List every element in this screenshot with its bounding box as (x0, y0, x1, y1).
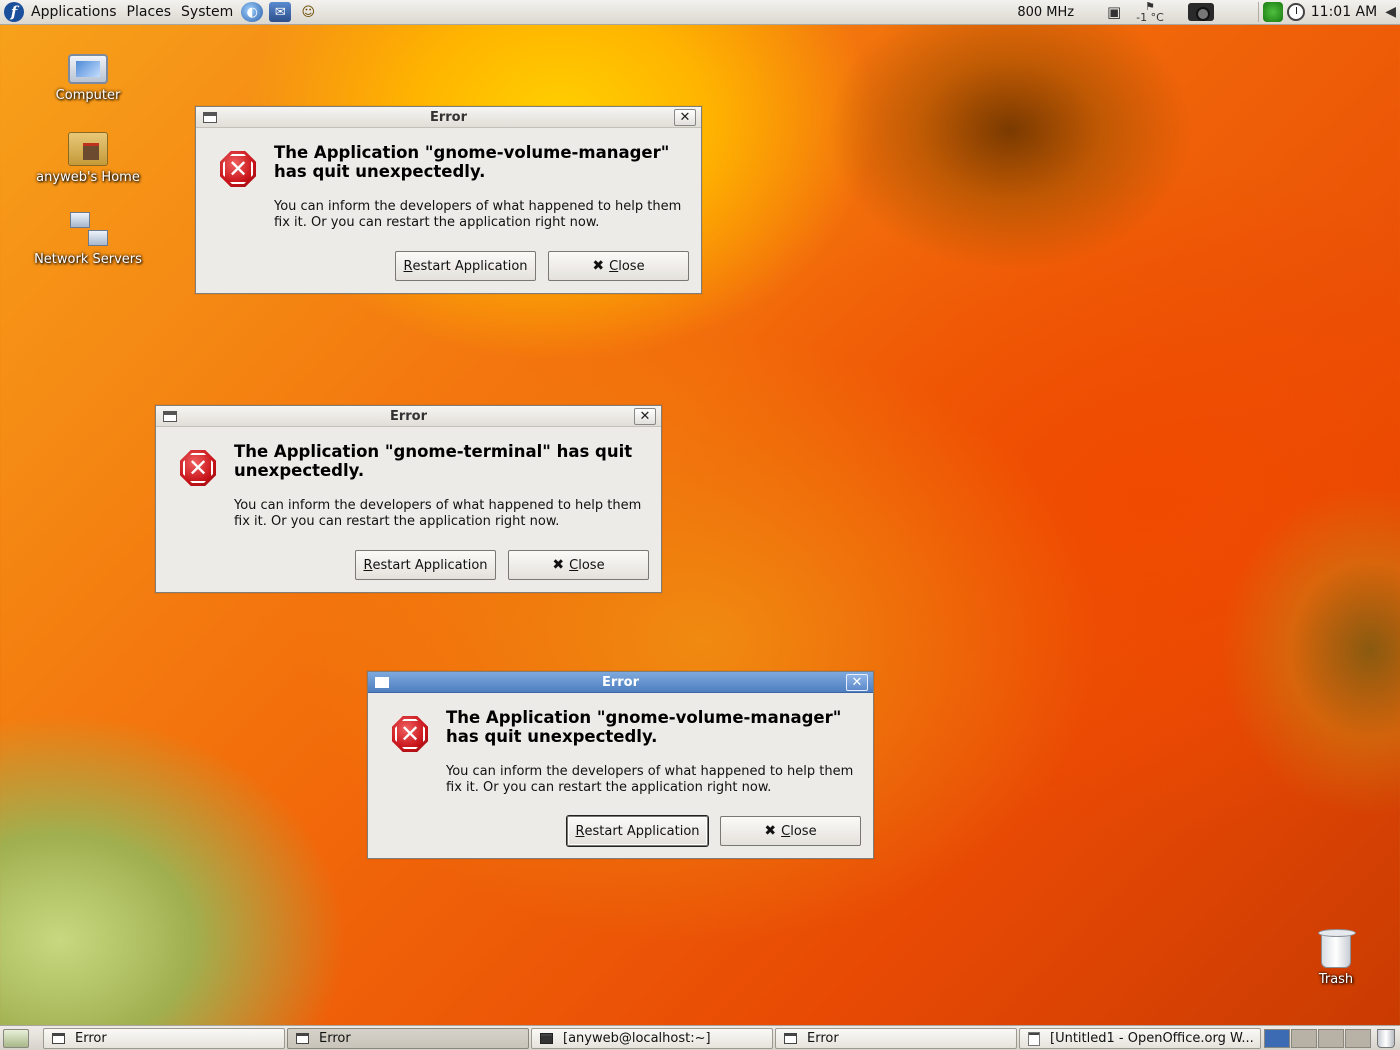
menu-system[interactable]: System (176, 0, 238, 25)
restart-application-button[interactable]: Restart Application (567, 816, 708, 846)
workspace-1[interactable] (1264, 1029, 1290, 1048)
weather-applet[interactable]: ⚑ -1 °C (1136, 1, 1164, 23)
close-label: lose (578, 557, 605, 573)
restart-application-button[interactable]: Restart Application (395, 251, 536, 281)
desktop-icon-computer[interactable]: Computer (13, 46, 163, 103)
error-icon: ✕ (392, 716, 428, 752)
close-mnemonic: C (609, 258, 619, 274)
taskbar-item-terminal[interactable]: [anyweb@localhost:~] (531, 1028, 773, 1049)
restart-mnemonic: R (575, 823, 585, 839)
restart-mnemonic: R (363, 557, 373, 573)
desktop-icon-label: Computer (55, 88, 121, 103)
desktop-icon-network[interactable]: Network Servers (13, 206, 163, 267)
window-menu-icon[interactable] (375, 677, 389, 688)
taskbar-item-error-3[interactable]: Error (775, 1028, 1017, 1049)
clock[interactable]: 11:01 AM (1311, 4, 1377, 20)
restart-label: estart Application (372, 557, 488, 573)
bottom-panel: Error Error [anyweb@localhost:~] Error [… (0, 1025, 1400, 1050)
taskbar-item-error-1[interactable]: Error (43, 1028, 285, 1049)
dialog-titlebar[interactable]: Error ✕ (368, 672, 873, 693)
close-mnemonic: C (569, 557, 579, 573)
desktop-icon-label: Network Servers (34, 252, 142, 267)
weather-temp: -1 °C (1136, 11, 1164, 24)
taskbar-item-label: [Untitled1 - OpenOffice.org W... (1050, 1031, 1254, 1046)
window-title: Error (389, 408, 428, 424)
taskbar-item-openoffice[interactable]: [Untitled1 - OpenOffice.org W... (1019, 1028, 1261, 1049)
menu-places[interactable]: Places (122, 0, 177, 25)
panel-separator (1257, 2, 1259, 22)
window-close-button[interactable]: ✕ (674, 109, 696, 126)
taskbar-item-error-2[interactable]: Error (287, 1028, 529, 1049)
menu-applications[interactable]: Applications (26, 0, 122, 25)
window-menu-icon[interactable] (203, 112, 217, 123)
terminal-icon (540, 1033, 553, 1044)
error-dialog-3: Error ✕ ✕ The Application "gnome-volume-… (367, 671, 874, 859)
window-menu-icon[interactable] (163, 411, 177, 422)
error-icon: ✕ (220, 151, 256, 187)
restart-mnemonic: R (403, 258, 413, 274)
close-button[interactable]: ✖ Close (720, 816, 861, 846)
people-icon[interactable]: ☺ (297, 2, 319, 22)
computer-icon (68, 54, 108, 84)
network-servers-icon (68, 210, 108, 248)
restart-label: estart Application (584, 823, 700, 839)
error-body: You can inform the developers of what ha… (234, 498, 642, 529)
taskbar-item-label: Error (319, 1031, 351, 1046)
taskbar-item-label: Error (807, 1031, 839, 1046)
window-icon (296, 1033, 309, 1044)
close-label: lose (618, 258, 645, 274)
volume-icon[interactable]: ◀ (1385, 4, 1396, 20)
dialog-titlebar[interactable]: Error ✕ (156, 406, 661, 427)
restart-application-button[interactable]: Restart Application (355, 550, 496, 580)
window-close-button[interactable]: ✕ (846, 674, 868, 691)
close-icon: ✖ (764, 823, 777, 839)
desktop-icon-home[interactable]: anyweb's Home (13, 126, 163, 185)
taskbar-item-label: [anyweb@localhost:~] (563, 1031, 711, 1046)
window-icon (52, 1033, 65, 1044)
error-headline: The Application "gnome-volume-manager" h… (446, 708, 842, 746)
desktop-icon-trash[interactable]: Trash (1261, 926, 1400, 987)
error-body: You can inform the developers of what ha… (446, 764, 854, 795)
workspace-switcher (1264, 1029, 1371, 1048)
error-headline: The Application "gnome-volume-manager" h… (274, 143, 670, 181)
show-desktop-button[interactable] (3, 1029, 29, 1048)
document-icon (1028, 1031, 1040, 1046)
error-body: You can inform the developers of what ha… (274, 199, 682, 230)
window-icon (784, 1033, 797, 1044)
dialog-titlebar[interactable]: Error ✕ (196, 107, 701, 128)
error-dialog-2: Error ✕ ✕ The Application "gnome-termina… (155, 405, 662, 593)
workspace-2[interactable] (1291, 1029, 1317, 1048)
error-dialog-1: Error ✕ ✕ The Application "gnome-volume-… (195, 106, 702, 294)
close-button[interactable]: ✖ Close (548, 251, 689, 281)
restart-label: estart Application (412, 258, 528, 274)
close-icon: ✖ (552, 557, 565, 573)
close-mnemonic: C (781, 823, 791, 839)
close-label: lose (790, 823, 817, 839)
workspace-4[interactable] (1345, 1029, 1371, 1048)
fedora-logo-icon[interactable]: f (4, 2, 24, 22)
mail-icon[interactable]: ✉ (269, 2, 292, 22)
window-title: Error (429, 109, 468, 125)
taskbar-item-label: Error (75, 1031, 107, 1046)
network-monitor-icon[interactable]: ▣ (1102, 2, 1126, 22)
top-panel: f Applications Places System ◐ ✉ ☺ 800 M… (0, 0, 1400, 25)
close-icon: ✖ (592, 258, 605, 274)
clock-icon[interactable] (1286, 3, 1305, 21)
desktop-icon-label: anyweb's Home (36, 170, 140, 185)
error-headline: The Application "gnome-terminal" has qui… (234, 442, 633, 480)
window-title: Error (601, 674, 640, 690)
web-browser-icon[interactable]: ◐ (241, 2, 264, 22)
error-icon: ✕ (180, 450, 216, 486)
workspace-3[interactable] (1318, 1029, 1344, 1048)
home-folder-icon (68, 132, 108, 166)
trash-applet-icon[interactable] (1377, 1029, 1395, 1048)
camera-icon[interactable] (1187, 3, 1214, 21)
close-button[interactable]: ✖ Close (508, 550, 649, 580)
desktop-icon-label: Trash (1318, 972, 1354, 987)
window-close-button[interactable]: ✕ (634, 408, 656, 425)
cpu-frequency[interactable]: 800 MHz (1017, 5, 1074, 20)
trash-icon (1318, 929, 1356, 968)
update-notifier-icon[interactable] (1262, 2, 1283, 22)
